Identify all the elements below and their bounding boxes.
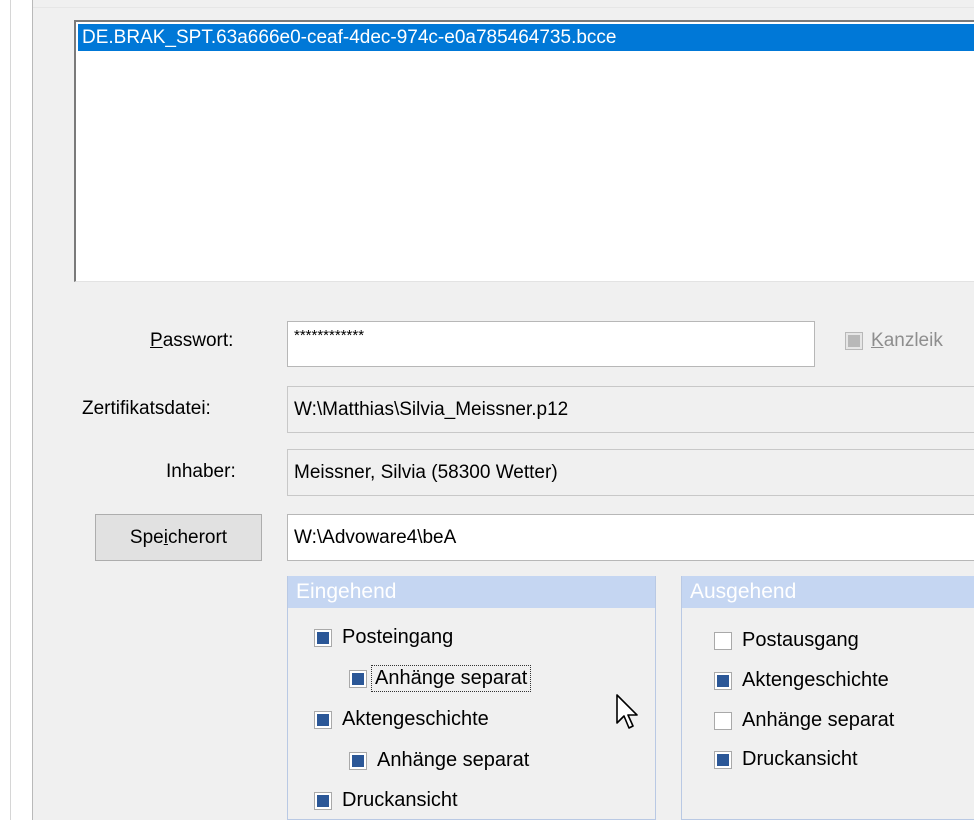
checkbox-box[interactable] — [714, 631, 732, 650]
incoming-posteingang-checkbox[interactable]: Posteingang — [314, 626, 453, 649]
storage-location-button[interactable]: Speicherort — [95, 514, 262, 561]
incoming-aktengeschichte-checkbox[interactable]: Aktengeschichte — [314, 708, 489, 731]
certificate-listbox[interactable]: DE.BRAK_SPT.63a666e0-ceaf-4dec-974c-e0a7… — [74, 20, 974, 282]
list-item-selected[interactable]: DE.BRAK_SPT.63a666e0-ceaf-4dec-974c-e0a7… — [78, 24, 974, 51]
checkbox-box[interactable] — [349, 669, 367, 688]
password-field[interactable]: ************ — [287, 321, 815, 367]
outgoing-postausgang-checkbox[interactable]: Postausgang — [714, 629, 859, 652]
outgoing-druckansicht-checkbox[interactable]: Druckansicht — [714, 748, 858, 771]
certificate-file-label: Zertifikatsdatei: — [82, 398, 211, 419]
incoming-group: Eingehend — [287, 576, 656, 820]
storage-button-rest: cherort — [167, 527, 228, 548]
certificate-file-value: W:\Matthias\Silvia_Meissner.p12 — [294, 399, 569, 420]
certificate-file-field: W:\Matthias\Silvia_Meissner.p12 — [287, 386, 974, 433]
storage-button-prefix: Spe — [129, 527, 164, 548]
incoming-attachments-separate-checkbox-2[interactable]: Anhänge separat — [349, 749, 529, 772]
option-label: Anhänge separat — [377, 749, 530, 771]
option-label: Druckansicht — [342, 789, 458, 811]
window-left-border — [0, 0, 33, 820]
kanzlei-label-rest: anzleik — [883, 330, 943, 351]
option-label: Druckansicht — [742, 748, 858, 770]
dialog-top-edge — [33, 0, 974, 8]
storage-location-field[interactable]: W:\Advoware4\beA — [287, 514, 974, 561]
option-label: Posteingang — [342, 626, 454, 648]
password-label-rest: asswort: — [162, 330, 234, 351]
kanzlei-label-hotkey: K — [871, 330, 884, 351]
checkbox-box[interactable] — [314, 710, 332, 729]
checkbox-box[interactable] — [714, 711, 732, 730]
incoming-druckansicht-checkbox[interactable]: Druckansicht — [314, 789, 458, 812]
owner-label: Inhaber: — [166, 461, 236, 482]
outgoing-group: Ausgehend — [681, 576, 974, 820]
password-value: ************ — [294, 327, 365, 344]
option-label: Anhänge separat — [742, 709, 895, 731]
owner-field: Meissner, Silvia (58300 Wetter) — [287, 449, 974, 496]
outgoing-aktengeschichte-checkbox[interactable]: Aktengeschichte — [714, 669, 889, 692]
option-label: Aktengeschichte — [742, 669, 889, 691]
owner-value: Meissner, Silvia (58300 Wetter) — [294, 462, 558, 483]
checkbox-box[interactable] — [349, 751, 367, 770]
incoming-attachments-separate-checkbox-1[interactable]: Anhänge separat — [349, 665, 532, 692]
storage-location-value: W:\Advoware4\beA — [294, 527, 457, 548]
kanzlei-checkbox-box[interactable] — [845, 331, 863, 350]
incoming-group-title: Eingehend — [288, 576, 655, 608]
option-label: Aktengeschichte — [342, 708, 489, 730]
password-label-hotkey: P — [150, 330, 163, 351]
kanzlei-checkbox[interactable]: Kanzleik — [845, 330, 943, 352]
checkbox-box[interactable] — [714, 671, 732, 690]
checkbox-box[interactable] — [314, 791, 332, 810]
option-label: Postausgang — [742, 629, 859, 651]
option-label-focused: Anhänge separat — [370, 665, 532, 692]
mouse-pointer-icon — [616, 694, 638, 729]
password-label: Passwort: — [150, 330, 233, 352]
checkbox-box[interactable] — [314, 628, 332, 647]
outgoing-group-title: Ausgehend — [682, 576, 974, 608]
outgoing-attachments-separate-checkbox[interactable]: Anhänge separat — [714, 709, 894, 732]
checkbox-box[interactable] — [714, 750, 732, 769]
